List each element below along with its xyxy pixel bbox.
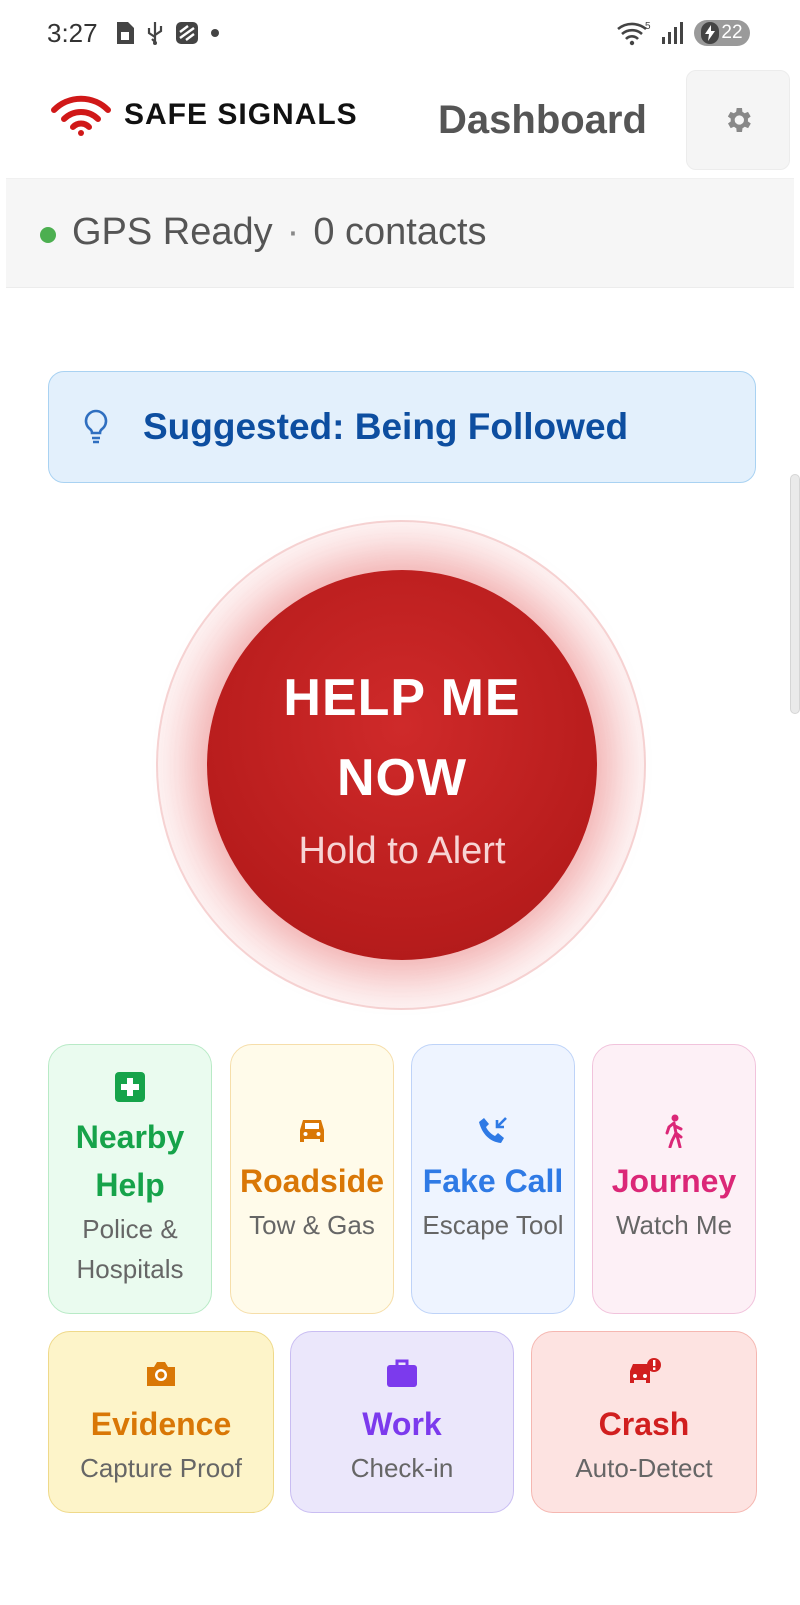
tile-nearby-help[interactable]: Nearby Help Police & Hospitals (48, 1044, 212, 1314)
tile-title: Roadside (239, 1163, 385, 1199)
tile-title: Work (362, 1406, 442, 1442)
page-title: Dashboard (438, 98, 647, 142)
tile-work[interactable]: Work Check-in (290, 1331, 514, 1513)
tile-crash[interactable]: Crash Auto-Detect (531, 1331, 757, 1513)
briefcase-icon (384, 1356, 420, 1392)
system-icons: 5 22 (616, 20, 750, 46)
tile-title: Journey (611, 1163, 737, 1199)
signal-logo-icon (51, 95, 111, 136)
lightbulb-icon (81, 407, 111, 447)
medical-cross-icon (112, 1069, 148, 1105)
walking-person-icon (656, 1113, 692, 1149)
wifi-badge: 5 (645, 21, 651, 32)
notification-icons (114, 20, 220, 46)
help-button-title: HELP ME NOW (283, 668, 521, 807)
scrollbar[interactable] (790, 474, 800, 714)
status-line: GPS Ready · 0 contacts (6, 178, 794, 288)
tile-subtitle: Escape Tool (422, 1210, 564, 1240)
tile-journey[interactable]: Journey Watch Me (592, 1044, 756, 1314)
tile-subtitle: Capture Proof (80, 1453, 242, 1483)
wifi-icon: 5 (617, 21, 651, 46)
battery-icon: 22 (694, 20, 750, 46)
usb-icon (147, 22, 163, 45)
gear-icon (727, 108, 751, 132)
car-crash-icon (626, 1356, 662, 1392)
phone-incoming-icon (475, 1113, 511, 1149)
tile-title: Fake Call (422, 1163, 564, 1199)
logo-text: SAFE SIGNALS (124, 98, 358, 131)
gps-status-dot (40, 227, 56, 243)
camera-icon (143, 1356, 179, 1392)
sim-card-icon (117, 22, 134, 44)
status-time: 3:27 (47, 18, 98, 48)
tile-roadside[interactable]: Roadside Tow & Gas (230, 1044, 394, 1314)
help-button-subtitle: Hold to Alert (298, 829, 506, 872)
tile-fake-call[interactable]: Fake Call Escape Tool (411, 1044, 575, 1314)
tile-title: Crash (598, 1406, 690, 1442)
contacts-count: 0 contacts (313, 211, 487, 253)
tile-subtitle: Tow & Gas (249, 1210, 375, 1240)
suggestion-text: Suggested: Being Followed (143, 406, 629, 447)
tile-subtitle: Police & Hospitals (76, 1214, 184, 1284)
app-logo: SAFE SIGNALS (50, 94, 358, 136)
app-header: SAFE SIGNALS Dashboard (6, 70, 794, 176)
tile-subtitle: Auto-Detect (575, 1453, 713, 1483)
status-bar: 3:27 5 22 (0, 0, 800, 70)
cell-signal-icon (662, 22, 683, 44)
battery-level: 22 (721, 22, 743, 43)
gps-status: GPS Ready (72, 211, 273, 253)
dot-icon (211, 29, 219, 37)
tile-subtitle: Watch Me (615, 1210, 733, 1240)
status-separator: · (286, 211, 300, 253)
tile-evidence[interactable]: Evidence Capture Proof (48, 1331, 274, 1513)
charging-bolt-icon (701, 22, 720, 44)
status-text: GPS Ready · 0 contacts (72, 211, 487, 254)
car-icon (294, 1113, 330, 1149)
tile-subtitle: Check-in (350, 1453, 454, 1483)
tile-title: Evidence (90, 1406, 232, 1442)
suggestion-banner[interactable]: Suggested: Being Followed (48, 371, 756, 483)
tile-title: Nearby Help (75, 1119, 185, 1203)
settings-button[interactable] (686, 70, 790, 170)
app-notification-icon (176, 22, 198, 44)
help-me-now-button[interactable]: HELP ME NOW Hold to Alert (207, 570, 597, 960)
